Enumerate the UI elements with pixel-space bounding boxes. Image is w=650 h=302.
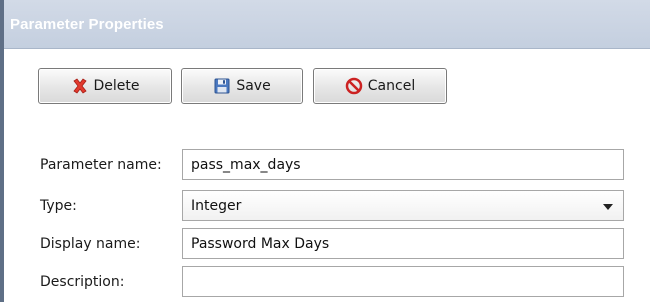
window-titlebar: Parameter Properties bbox=[4, 0, 650, 49]
delete-x-icon bbox=[71, 77, 89, 95]
type-select[interactable]: Integer bbox=[182, 190, 624, 221]
delete-button[interactable]: Delete bbox=[38, 68, 172, 104]
cancel-label: Cancel bbox=[367, 78, 416, 94]
description-label: Description: bbox=[40, 274, 125, 290]
no-entry-icon bbox=[345, 77, 363, 95]
cancel-button[interactable]: Cancel bbox=[313, 68, 447, 104]
parameter-name-label: Parameter name: bbox=[40, 157, 162, 173]
type-label: Type: bbox=[40, 198, 77, 214]
display-name-input[interactable]: Password Max Days bbox=[182, 228, 624, 259]
floppy-disk-icon bbox=[213, 77, 231, 95]
type-select-value: Integer bbox=[191, 197, 242, 214]
chevron-down-icon[interactable] bbox=[603, 204, 613, 210]
display-name-label: Display name: bbox=[40, 236, 141, 252]
parameter-name-input[interactable]: pass_max_days bbox=[182, 149, 624, 180]
parameter-properties-window: Parameter Properties Delete Save Cancel … bbox=[0, 0, 650, 302]
save-label: Save bbox=[236, 78, 271, 94]
window-title: Parameter Properties bbox=[10, 16, 164, 33]
save-button[interactable]: Save bbox=[181, 68, 303, 104]
delete-label: Delete bbox=[93, 78, 140, 94]
description-input[interactable] bbox=[182, 266, 624, 297]
